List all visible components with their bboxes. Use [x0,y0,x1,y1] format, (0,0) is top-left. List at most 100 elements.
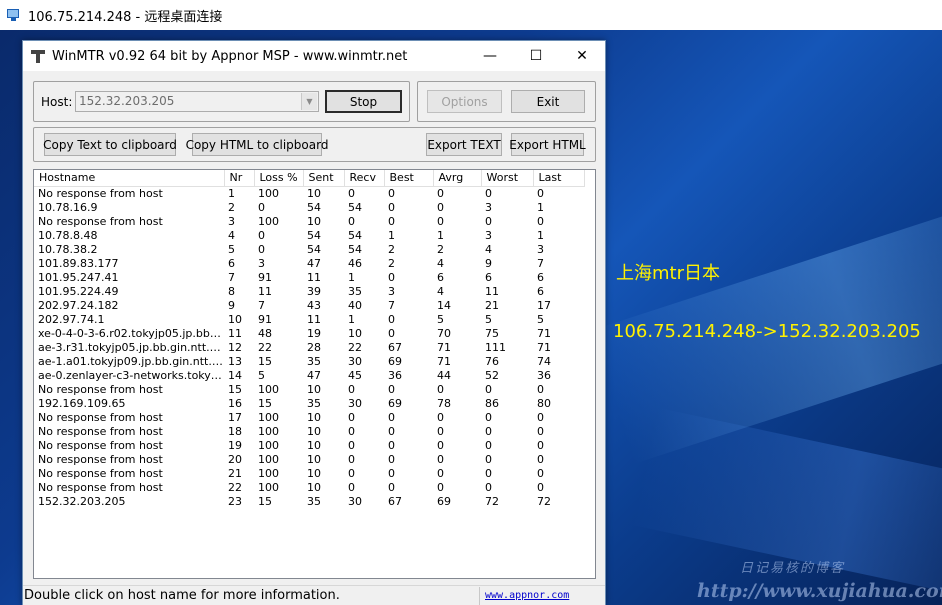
appnor-link[interactable]: www.appnor.com [485,590,569,601]
table-cell: 0 [537,382,544,396]
exit-button[interactable]: Exit [511,90,585,113]
table-row[interactable]: 10.78.38.2 5 0 54 54 2 2 4 3 [34,243,584,257]
copy-text-button[interactable]: Copy Text to clipboard [43,133,177,156]
table-row[interactable]: No response from host 22 100 10 0 0 0 0 0 [34,481,584,495]
column-header[interactable]: Best [384,170,434,187]
table-cell: 4 [437,284,444,298]
table-row[interactable]: xe-0-4-0-3-6.r02.tokyjp05.jp.bb.gin.ntt.… [34,327,584,341]
table-row[interactable]: 152.32.203.205 23 15 35 30 67 69 72 72 [34,495,584,509]
table-cell: 80 [537,396,551,410]
column-header[interactable]: Hostname [34,170,225,187]
hostname-cell: 101.89.83.177 [38,256,119,270]
hostname-cell: No response from host [38,410,163,424]
column-header[interactable]: Recv [344,170,385,187]
chevron-down-icon[interactable]: ▼ [301,93,317,110]
watermark-text: 日记易核的博客 [740,561,846,576]
table-cell: 19 [228,438,242,452]
table-cell: 5 [537,312,544,326]
column-header[interactable]: Worst [481,170,534,187]
window-title: WinMTR v0.92 64 bit by Appnor MSP - www.… [52,48,408,64]
column-header[interactable]: Loss % [254,170,304,187]
stop-button[interactable]: Stop [325,90,402,113]
table-cell: 15 [228,382,242,396]
column-header[interactable]: Nr [224,170,255,187]
table-row[interactable]: No response from host 17 100 10 0 0 0 0 0 [34,411,584,425]
close-button[interactable]: ✕ [559,41,605,71]
host-combobox[interactable]: 152.32.203.205 ▼ [75,91,319,112]
table-cell: 0 [348,382,355,396]
column-header[interactable]: Sent [303,170,345,187]
table-row[interactable]: 10.78.8.48 4 0 54 54 1 1 3 1 [34,229,584,243]
table-row[interactable]: 10.78.16.9 2 0 54 54 0 0 3 1 [34,201,584,215]
table-cell: 0 [485,480,492,494]
table-row[interactable]: 101.95.224.49 8 11 39 35 3 4 11 6 [34,285,584,299]
table-cell: 36 [388,368,402,382]
table-cell: 10 [307,466,321,480]
desktop-note-route: 106.75.214.248->152.32.203.205 [613,321,921,342]
table-row[interactable]: 192.169.109.65 16 15 35 30 69 78 86 80 [34,397,584,411]
table-row[interactable]: No response from host 1 100 10 0 0 0 0 0 [34,186,584,201]
table-row[interactable]: No response from host 3 100 10 0 0 0 0 0 [34,215,584,229]
table-row[interactable]: No response from host 20 100 10 0 0 0 0 0 [34,453,584,467]
copy-html-button[interactable]: Copy HTML to clipboard [186,133,328,156]
table-cell: 0 [537,424,544,438]
maximize-button[interactable]: ☐ [513,41,559,71]
table-cell: 28 [307,340,321,354]
table-cell: 30 [348,354,362,368]
table-cell: 100 [258,466,279,480]
table-cell: 0 [388,410,395,424]
table-cell: 0 [485,382,492,396]
table-cell: 11 [307,270,321,284]
host-label: Host: [41,95,73,109]
minimize-button[interactable]: — [467,41,513,71]
table-cell: 0 [348,438,355,452]
table-row[interactable]: No response from host 15 100 10 0 0 0 0 0 [34,383,584,397]
hostname-cell: No response from host [38,382,163,396]
table-cell: 11 [307,312,321,326]
remote-desktop-titlebar: 106.75.214.248 - 远程桌面连接 [0,0,942,30]
table-cell: 11 [485,284,499,298]
table-row[interactable]: 101.89.83.177 6 3 47 46 2 4 9 7 [34,257,584,271]
table-row[interactable]: No response from host 21 100 10 0 0 0 0 0 [34,467,584,481]
export-html-button[interactable]: Export HTML [509,133,586,156]
hostname-cell: ae-1.a01.tokyjp09.jp.bb.gin.ntt.net [38,354,224,368]
table-row[interactable]: ae-1.a01.tokyjp09.jp.bb.gin.ntt.net 13 15 3… [34,355,584,369]
hostname-cell: No response from host [38,214,163,228]
export-text-button[interactable]: Export TEXT [426,133,502,156]
table-row[interactable]: No response from host 19 100 10 0 0 0 0 0 [34,439,584,453]
table-cell: 3 [485,200,492,214]
table-cell: 0 [437,186,444,200]
table-row[interactable]: 202.97.24.182 9 7 43 40 7 14 21 17 [34,299,584,313]
table-cell: 7 [258,298,265,312]
table-row[interactable]: 202.97.74.1 10 91 11 1 0 5 5 5 [34,313,584,327]
table-cell: 0 [258,200,265,214]
table-row[interactable]: No response from host 18 100 10 0 0 0 0 0 [34,425,584,439]
table-cell: 0 [388,466,395,480]
table-cell: 9 [485,256,492,270]
table-cell: 35 [348,284,362,298]
table-row[interactable]: ae-3.r31.tokyjp05.jp.bb.gin.ntt.net 12 22 2… [34,341,584,355]
table-row[interactable]: 101.95.247.41 7 91 11 1 0 6 6 6 [34,271,584,285]
table-cell: 71 [437,340,451,354]
table-cell: 5 [228,242,235,256]
table-row[interactable]: ae-0.zenlayer-c3-networks.tokyjp09.jp.bb… [34,369,584,383]
status-message: Double click on host name for more infor… [24,588,340,603]
table-cell: 11 [228,326,242,340]
table-cell: 10 [307,214,321,228]
table-cell: 0 [437,452,444,466]
table-cell: 0 [537,186,544,200]
hop-list[interactable]: Hostname Nr Loss % Sent Recv Best Avrg W… [33,169,596,579]
table-cell: 0 [485,424,492,438]
table-cell: 21 [228,466,242,480]
column-header[interactable]: Last [533,170,585,187]
watermark-url: http://www.xujiahua.com [697,580,942,602]
table-cell: 0 [485,214,492,228]
column-header[interactable]: Avrg [433,170,482,187]
table-cell: 0 [537,480,544,494]
table-cell: 36 [537,368,551,382]
table-cell: 69 [388,396,402,410]
options-button[interactable]: Options [427,90,502,113]
table-cell: 100 [258,438,279,452]
hostname-cell: No response from host [38,466,163,480]
hostname-cell: No response from host [38,424,163,438]
